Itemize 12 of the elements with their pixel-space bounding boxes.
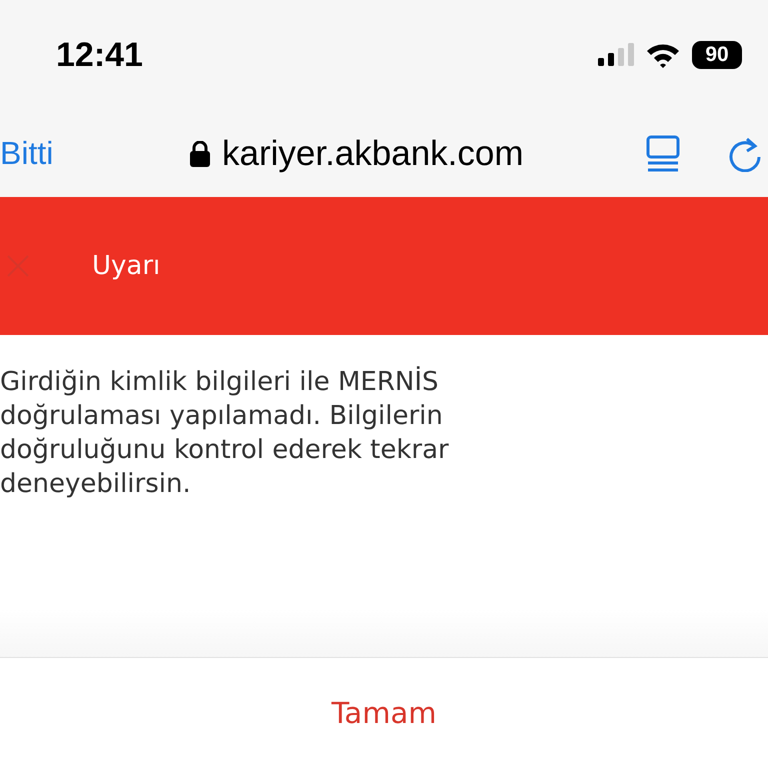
battery-indicator: 90 <box>692 41 742 69</box>
lock-icon <box>190 140 210 166</box>
signal-icon <box>598 43 634 67</box>
done-button[interactable]: Bitti <box>0 135 120 172</box>
dialog-title: Uyarı <box>92 251 160 281</box>
ok-button[interactable]: Tamam <box>326 695 442 731</box>
reader-icon[interactable] <box>646 134 680 172</box>
url-text[interactable]: kariyer.akbank.com <box>222 134 524 174</box>
status-time: 12:41 <box>56 36 143 74</box>
wifi-icon <box>646 42 680 68</box>
dialog-message: Girdiğin kimlik bilgileri ile MERNİS doğrulaması yapılamadı. Bilgilerin doğruluğunu kontrol ederek tekrar deneyebilirsin. <box>0 365 450 501</box>
reload-icon[interactable] <box>728 136 762 172</box>
